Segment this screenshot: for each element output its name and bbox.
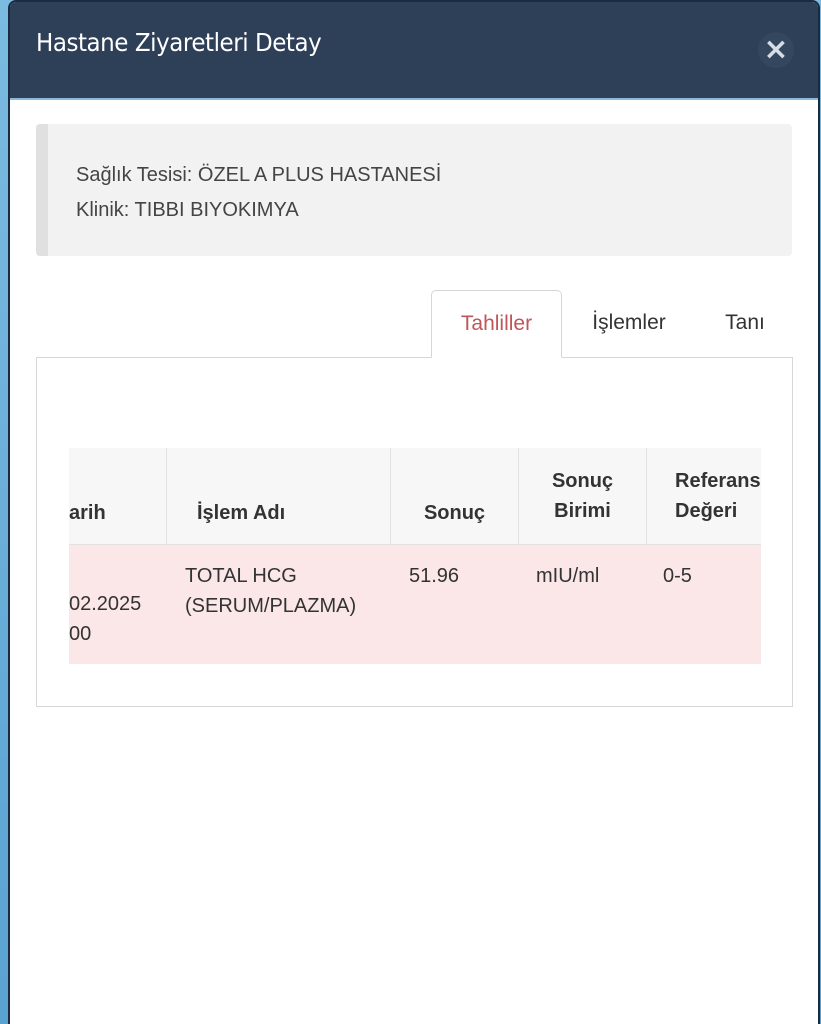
cell-unit: mIU/ml <box>536 565 600 587</box>
cell-name: TOTAL HCG (SERUM/PLAZMA) <box>185 565 357 617</box>
visit-detail-modal: Hastane Ziyaretleri Detay × Sağlık Tesis… <box>10 2 818 1024</box>
facility-name: Sağlık Tesisi: ÖZEL A PLUS HASTANESİ <box>76 164 442 186</box>
column-header-result: Sonuç <box>391 448 519 544</box>
tab-tahliller[interactable]: Tahliller <box>431 290 562 358</box>
results-table[interactable]: arih İşlem Adı Sonuç Sonuç Birimi Refera… <box>69 448 761 664</box>
table-row[interactable]: 02.2025 00 TOTAL HCG (SERUM/PLAZMA) 51.9… <box>69 545 761 664</box>
tab-content-panel: arih İşlem Adı Sonuç Sonuç Birimi Refera… <box>36 357 793 707</box>
cell-date: 02.2025 00 <box>69 593 142 645</box>
tab-islemler[interactable]: İşlemler <box>576 290 682 356</box>
modal-title: Hastane Ziyaretleri Detay <box>36 28 322 57</box>
modal-header: Hastane Ziyaretleri Detay × <box>10 2 818 100</box>
column-header-date: arih <box>69 448 167 544</box>
clinic-name: Klinik: TIBBI BIYOKIMYA <box>76 199 299 221</box>
column-header-reference: Referans Değeri <box>675 470 761 522</box>
tab-bar: Tahliller İşlemler Tanı <box>36 290 793 358</box>
table-header: arih İşlem Adı Sonuç Sonuç Birimi Refera… <box>69 448 761 545</box>
facility-info-box: Sağlık Tesisi: ÖZEL A PLUS HASTANESİ Kli… <box>36 124 792 256</box>
column-header-unit: Sonuç Birimi <box>519 448 647 544</box>
tab-tani[interactable]: Tanı <box>712 290 778 356</box>
cell-reference: 0-5 <box>663 565 692 587</box>
close-icon[interactable]: × <box>758 32 794 68</box>
column-header-name: İşlem Adı <box>167 448 391 544</box>
cell-result: 51.96 <box>409 565 460 587</box>
